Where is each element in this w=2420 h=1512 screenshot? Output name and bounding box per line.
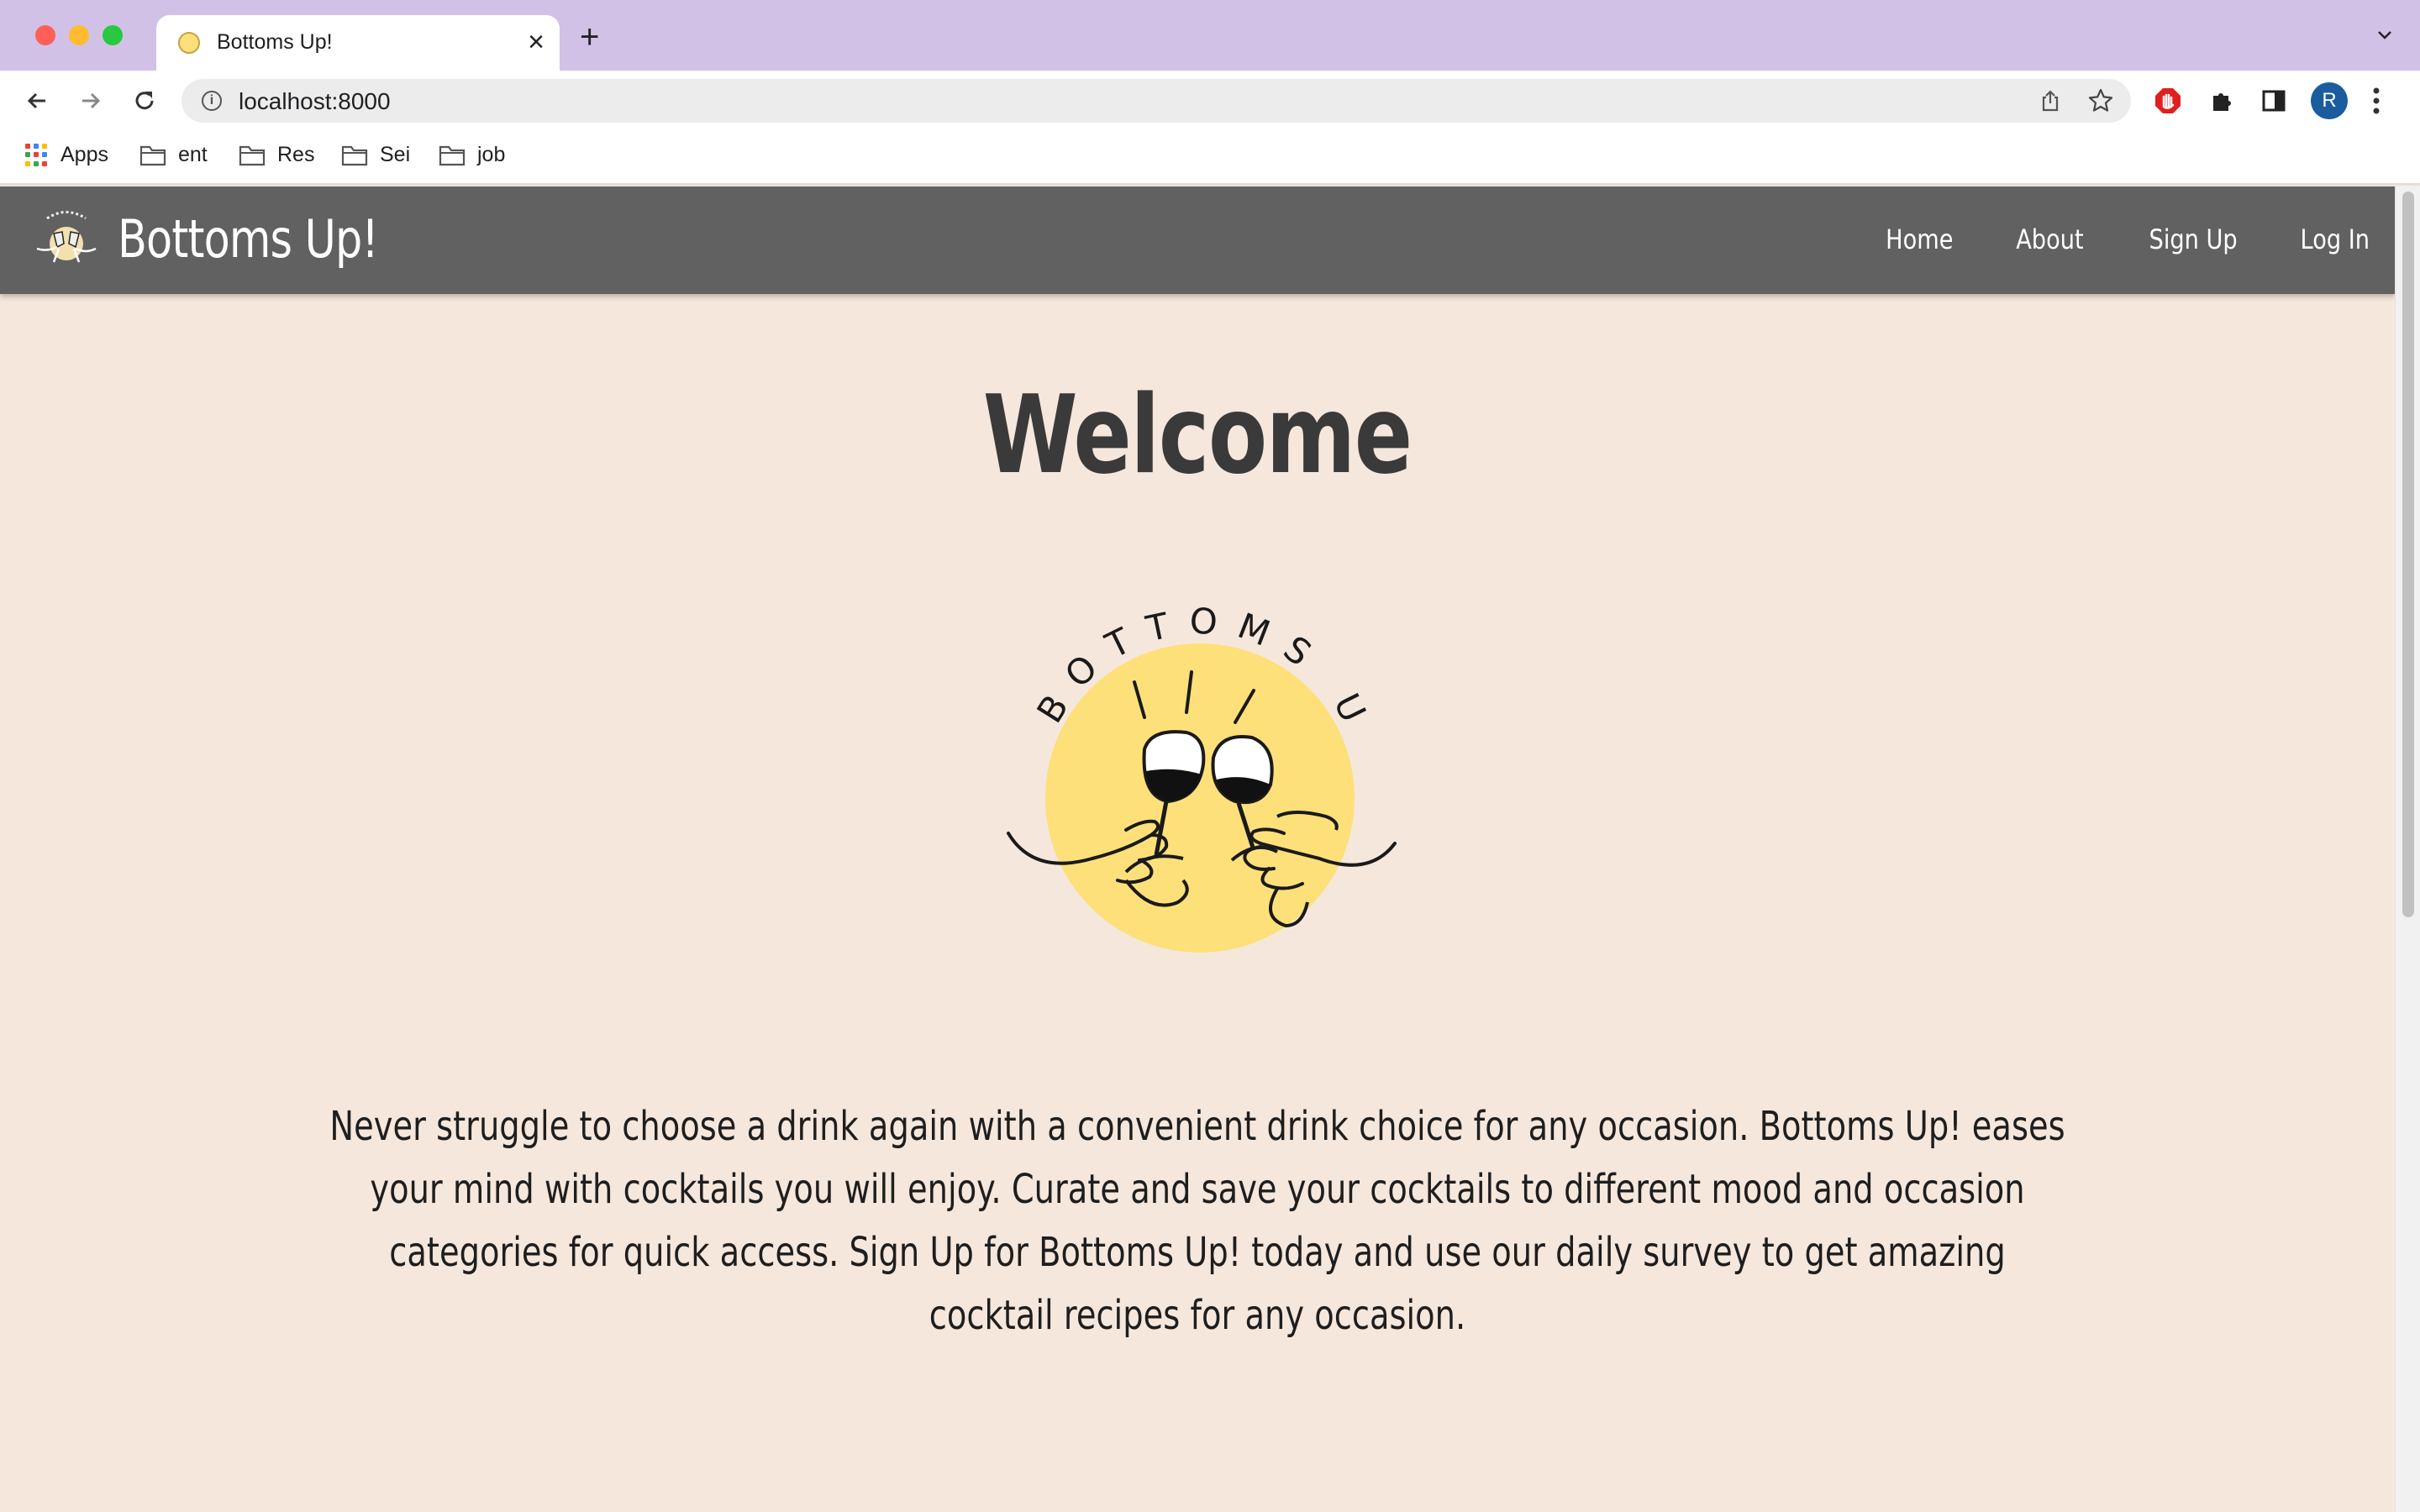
bookmark-label: Sei [380, 143, 411, 166]
nav-about-link[interactable]: About [2016, 223, 2083, 255]
bookmarks-bar: Apps ent Res Sei job [0, 131, 2420, 185]
brand-logo-icon[interactable] [29, 202, 104, 277]
folder-icon [439, 145, 466, 165]
address-bar[interactable]: i localhost:8000 [182, 79, 2131, 123]
bookmark-label: Res [277, 143, 315, 166]
bookmark-folder-res[interactable]: Res [239, 143, 314, 167]
bookmark-folder-job[interactable]: job [439, 143, 505, 167]
folder-icon [341, 145, 368, 165]
new-tab-icon[interactable]: + [580, 20, 599, 54]
page-title-text: Welcome [983, 373, 1413, 498]
side-panel-icon[interactable] [2257, 84, 2291, 118]
tab-title: Bottoms Up! [217, 30, 333, 54]
intro-paragraph-text: Never struggle to choose a drink again w… [329, 1103, 2065, 1339]
site-navbar: Bottoms Up! Home About Sign Up Log In [0, 186, 2395, 294]
profile-avatar[interactable]: R [2311, 82, 2348, 119]
intro-paragraph: Never struggle to choose a drink again w… [319, 1095, 2075, 1347]
nav-links: Home About Sign Up Log In [1823, 223, 2370, 255]
nav-signup-link[interactable]: Sign Up [2149, 223, 2238, 255]
brand-title[interactable]: Bottoms Up! [118, 208, 379, 270]
folder-icon [239, 145, 266, 165]
forward-icon[interactable] [74, 84, 108, 118]
url-text[interactable]: localhost:8000 [239, 88, 391, 115]
folder-icon [139, 145, 166, 165]
page-scrollbar[interactable] [2395, 186, 2420, 1512]
back-icon[interactable] [20, 84, 54, 118]
maximize-window-button[interactable] [103, 25, 123, 45]
nav-home-link[interactable]: Home [1886, 223, 1953, 255]
favicon-icon [178, 32, 200, 54]
scrollbar-thumb[interactable] [2402, 192, 2414, 917]
bookmark-label: ent [178, 143, 208, 166]
minimize-window-button[interactable] [69, 25, 89, 45]
site-info-icon[interactable]: i [202, 91, 222, 111]
bookmark-apps[interactable]: Apps [25, 143, 108, 167]
bookmark-folder-ent[interactable]: ent [139, 143, 208, 167]
bottoms-up-logo-image: BOTTOMS UP! [1000, 606, 1397, 953]
tab-strip: Bottoms Up! × + [0, 0, 2420, 71]
extensions-puzzle-icon[interactable] [2205, 84, 2238, 118]
adblock-extension-icon[interactable] [2151, 84, 2185, 118]
bookmark-label: Apps [60, 143, 108, 166]
browser-toolbar: i localhost:8000 [0, 71, 2420, 131]
page-title: Welcome [0, 373, 2395, 498]
browser-menu-icon[interactable] [2371, 84, 2381, 122]
nav-login-link[interactable]: Log In [2301, 223, 2370, 255]
tab-search-icon[interactable] [2375, 25, 2395, 50]
bookmark-star-icon[interactable] [2087, 87, 2114, 118]
reload-icon[interactable] [128, 84, 161, 118]
close-window-button[interactable] [35, 25, 55, 45]
apps-grid-icon [25, 143, 49, 167]
bookmark-folder-sei[interactable]: Sei [341, 143, 410, 167]
bookmark-label: job [477, 143, 506, 166]
close-tab-icon[interactable]: × [528, 25, 544, 59]
share-icon[interactable] [2039, 89, 2062, 117]
web-page: Bottoms Up! Home About Sign Up Log In We… [0, 186, 2395, 1512]
browser-tab[interactable]: Bottoms Up! × [156, 15, 560, 71]
